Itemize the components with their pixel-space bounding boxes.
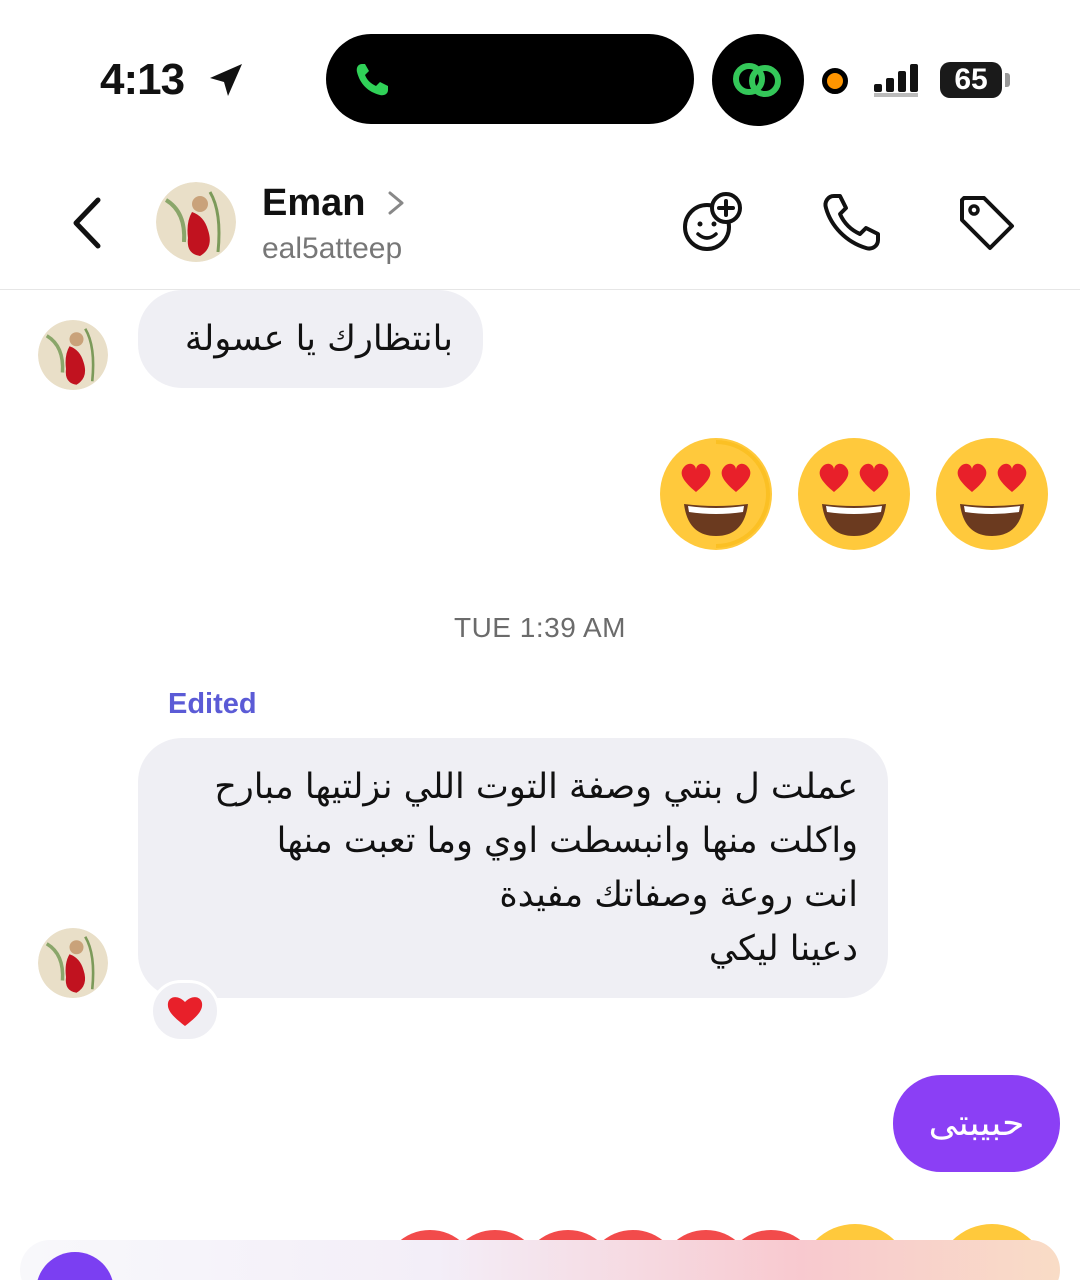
avatar[interactable]	[38, 320, 108, 390]
status-time: 4:13	[100, 55, 185, 104]
location-arrow-icon	[210, 64, 242, 96]
contact-username: eal5atteep	[262, 232, 403, 265]
call-app-indicator[interactable]	[712, 34, 804, 126]
avatar[interactable]	[156, 182, 236, 262]
active-call-icon	[356, 64, 388, 96]
avatar[interactable]	[38, 928, 108, 998]
message-bubble-incoming[interactable]: بانتظارك يا عسولة	[138, 290, 483, 388]
edited-label: Edited	[168, 688, 257, 720]
timestamp: TUE 1:39 AM	[453, 612, 626, 643]
heart-eyes-emoji-icon	[936, 438, 1048, 550]
battery-indicator: 65	[940, 62, 1002, 98]
battery-tip	[1005, 73, 1010, 87]
heart-eyes-emoji-icon	[660, 438, 772, 550]
contact-name[interactable]: Eman	[262, 182, 365, 225]
signal-icon	[874, 64, 918, 97]
message-composer[interactable]	[20, 1240, 1060, 1280]
chevron-right-icon[interactable]	[384, 188, 408, 218]
emoji-message[interactable]	[656, 434, 1052, 554]
add-friend-emoji-icon[interactable]	[680, 190, 746, 256]
message-bubble-incoming[interactable]: عملت ل بنتي وصفة التوت اللي نزلتيها مبار…	[138, 738, 888, 998]
heart-icon	[167, 997, 203, 1026]
phone-icon[interactable]	[818, 190, 884, 256]
heart-eyes-emoji-icon	[798, 438, 910, 550]
tag-icon[interactable]	[954, 190, 1020, 256]
back-icon[interactable]	[60, 188, 120, 258]
privacy-indicator-dot	[822, 68, 848, 94]
link-icon	[733, 63, 781, 97]
chat-header: Eman eal5atteep	[0, 150, 1080, 290]
reaction-heart[interactable]	[150, 980, 220, 1042]
message-bubble-outgoing[interactable]: حبيبتى	[893, 1075, 1060, 1172]
